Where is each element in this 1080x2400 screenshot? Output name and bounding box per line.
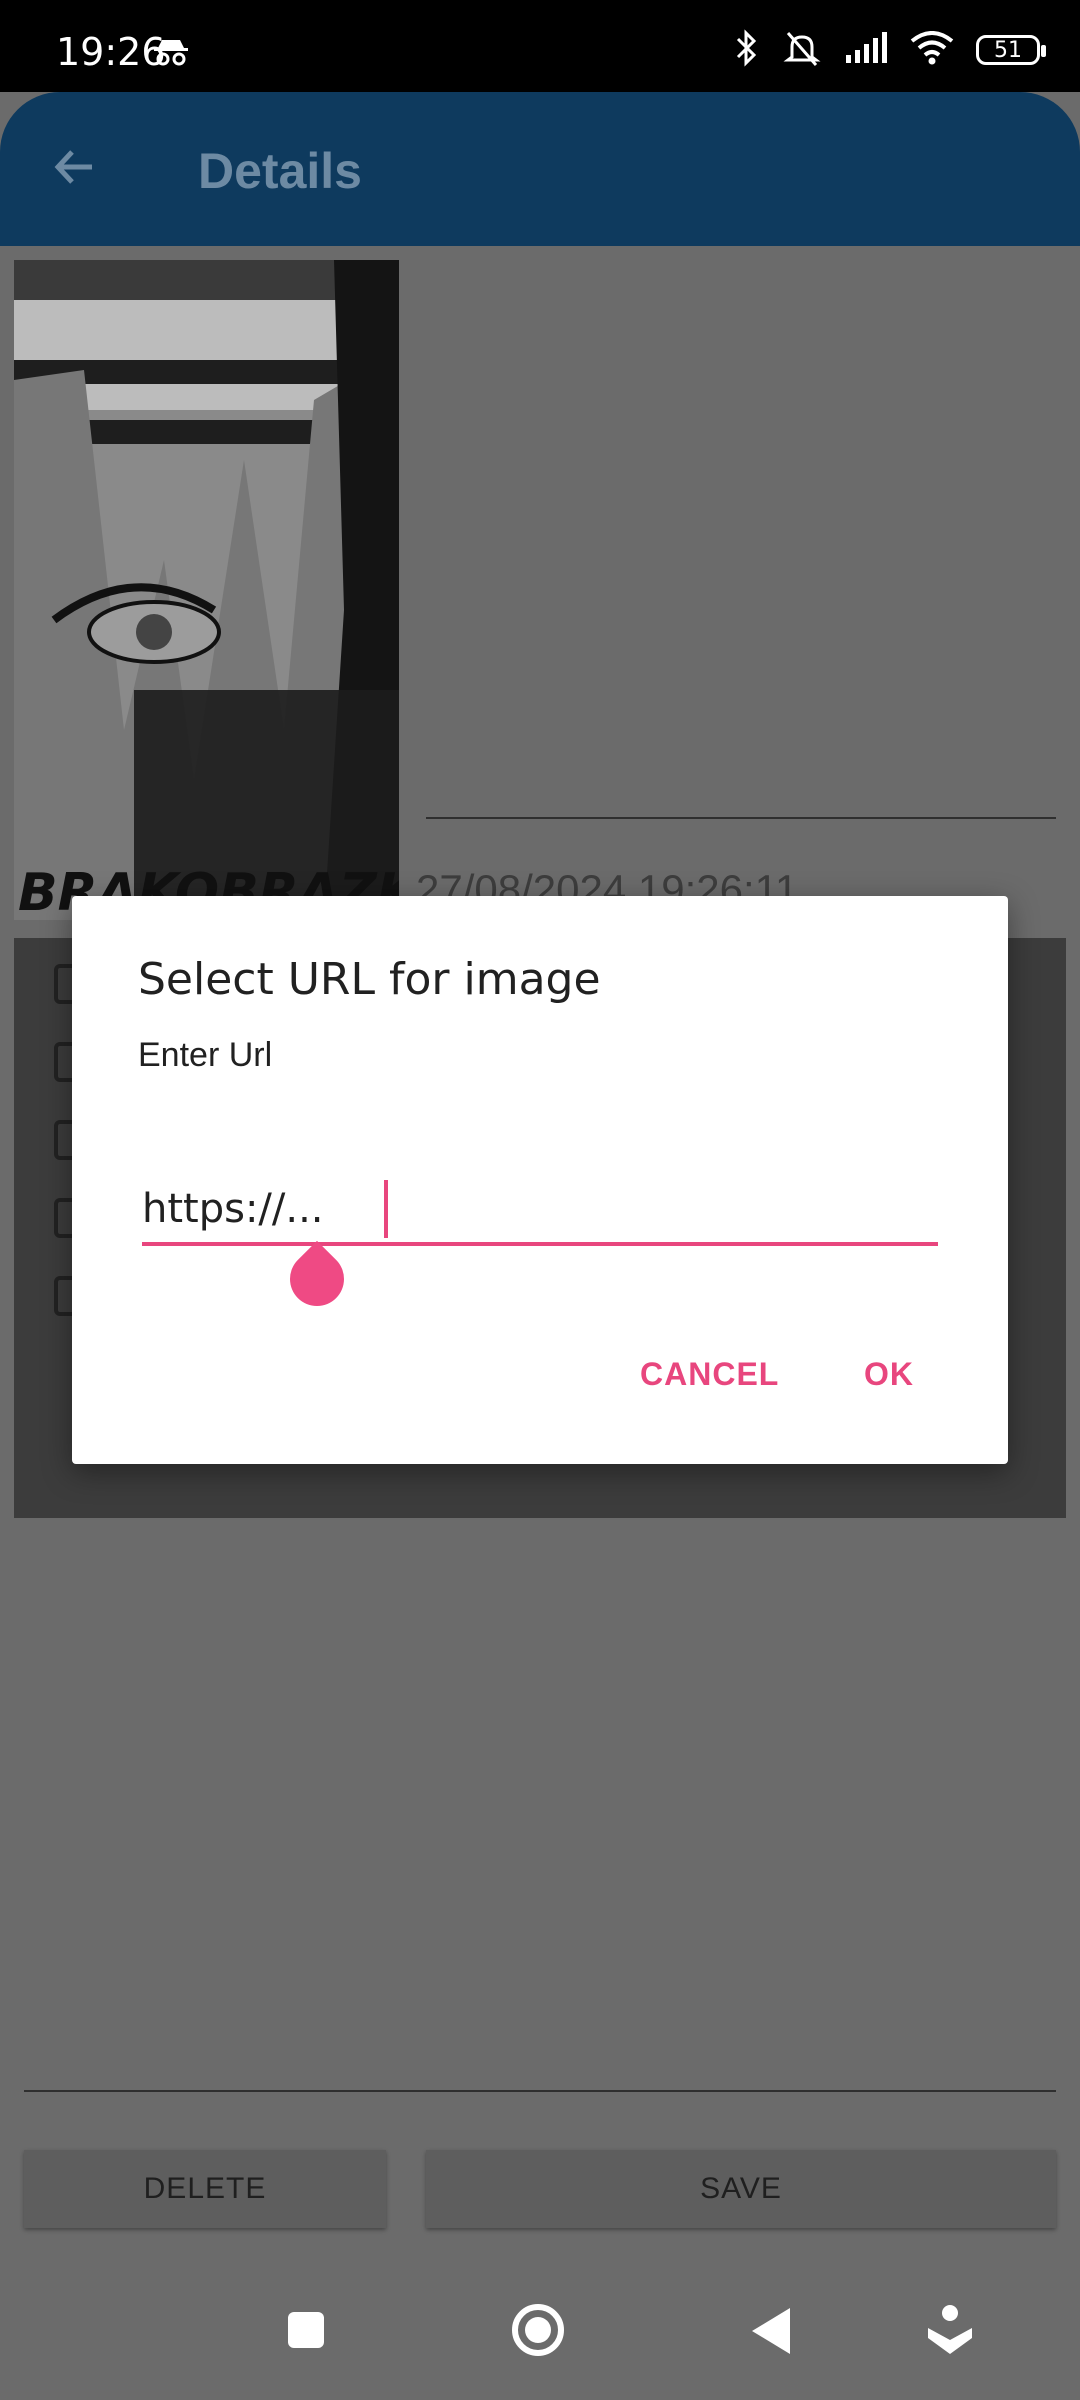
home-icon[interactable] <box>510 2302 566 2363</box>
silent-icon <box>782 29 822 72</box>
page-title: Details <box>198 143 362 199</box>
incognito-icon <box>152 38 190 71</box>
url-dialog: Select URL for image Enter Url https://.… <box>72 896 1008 1464</box>
battery-icon: 51 <box>976 35 1046 65</box>
signal-icon <box>844 31 888 70</box>
input-underline <box>142 1242 938 1246</box>
save-button[interactable]: SAVE <box>426 2150 1056 2228</box>
url-input-value[interactable]: https://... <box>142 1186 324 1232</box>
dialog-message: Enter Url <box>138 1036 273 1074</box>
status-bar: 19:26 51 <box>0 0 1080 92</box>
assistant-icon[interactable] <box>926 2304 974 2361</box>
system-nav-bar <box>0 2270 1080 2400</box>
battery-level: 51 <box>994 37 1022 63</box>
arrow-back-icon[interactable] <box>50 142 100 197</box>
cancel-button[interactable]: CANCEL <box>640 1356 779 1393</box>
back-icon[interactable] <box>750 2306 792 2361</box>
url-input[interactable]: https://... <box>142 1180 938 1256</box>
wifi-icon <box>910 30 954 70</box>
ok-button[interactable]: OK <box>864 1356 914 1393</box>
bluetooth-icon <box>734 28 760 72</box>
app-bar: Details <box>0 92 1080 246</box>
status-time: 19:26 <box>56 30 166 74</box>
name-field-underline <box>426 817 1056 819</box>
delete-button[interactable]: DELETE <box>24 2150 386 2228</box>
recents-icon[interactable] <box>286 2310 326 2355</box>
dialog-title: Select URL for image <box>138 954 601 1005</box>
divider <box>24 2090 1056 2092</box>
anime-image[interactable]: BRAKOBRAZKA <box>14 260 399 920</box>
text-cursor <box>384 1180 388 1238</box>
